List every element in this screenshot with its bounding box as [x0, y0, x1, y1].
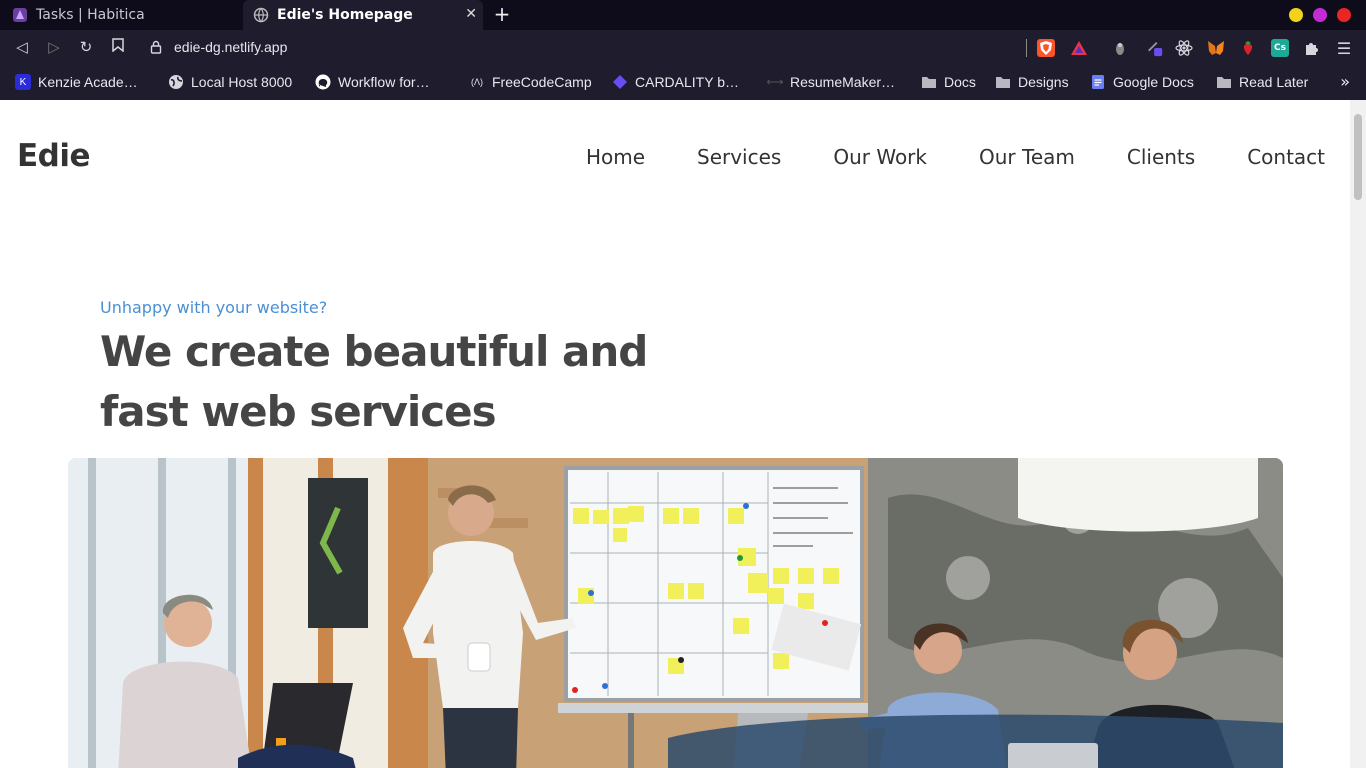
bookmark-label: Local Host 8000 — [191, 74, 293, 90]
nav-our-work[interactable]: Our Work — [833, 145, 927, 169]
habitica-icon — [12, 7, 28, 23]
react-devtools-icon[interactable] — [1175, 39, 1193, 57]
kenzie-icon: K — [15, 74, 31, 90]
bookmark-label: Google Docs — [1113, 74, 1194, 90]
hero-kicker: Unhappy with your website? — [100, 298, 328, 317]
tab-title: Tasks | Habitica — [36, 7, 145, 23]
globe-icon — [253, 7, 269, 23]
extension-mouse-icon[interactable] — [1111, 39, 1129, 57]
bookmark-label: FreeCodeCamp — [492, 74, 592, 90]
nav-contact[interactable]: Contact — [1247, 145, 1325, 169]
minimize-button[interactable] — [1289, 8, 1303, 22]
brave-rewards-icon[interactable] — [1070, 39, 1088, 57]
nav-home[interactable]: Home — [586, 145, 645, 169]
address-bar[interactable]: edie-dg.netlify.app — [174, 39, 287, 55]
github-icon — [315, 74, 331, 90]
folder-icon — [995, 74, 1011, 90]
web-page: Edie Home Services Our Work Our Team Cli… — [0, 100, 1350, 768]
close-window-button[interactable] — [1337, 8, 1351, 22]
site-logo[interactable]: Edie — [17, 138, 91, 174]
bookmark-google-docs[interactable]: Google Docs — [1090, 72, 1194, 92]
nav-services[interactable]: Services — [697, 145, 781, 169]
google-docs-icon — [1090, 74, 1106, 90]
new-tab-button[interactable]: + — [491, 3, 513, 25]
metamask-icon[interactable] — [1207, 39, 1225, 57]
chevron-more-icon[interactable]: » — [1340, 72, 1350, 91]
bookmark-folder-read-later[interactable]: Read Later — [1216, 72, 1308, 92]
bookmark-label: Kenzie Acade… — [38, 74, 138, 90]
maximize-button[interactable] — [1313, 8, 1327, 22]
bookmark-cardality[interactable]: CARDALITY b… — [612, 72, 739, 92]
extensions-puzzle-icon[interactable] — [1303, 39, 1321, 57]
page-scrollbar[interactable] — [1350, 100, 1366, 768]
bookmarks-bar: K Kenzie Acade… Local Host 8000 Workflow… — [0, 65, 1366, 100]
nav-clients[interactable]: Clients — [1127, 145, 1195, 169]
bookmark-icon[interactable] — [108, 37, 128, 57]
bookmark-label: Workflow for… — [338, 74, 430, 90]
bookmark-label: ResumeMaker… — [790, 74, 896, 90]
bookmark-label: Docs — [944, 74, 976, 90]
hero-image — [68, 458, 1283, 768]
bookmark-label: Read Later — [1239, 74, 1309, 90]
bookmark-folder-docs[interactable]: Docs — [921, 72, 976, 92]
reload-icon[interactable]: ↻ — [76, 37, 96, 57]
bookmark-label: Designs — [1018, 74, 1069, 90]
address-toolbar: ◁ ▷ ↻ edie-dg.netlify.app Cs ☰ — [0, 30, 1366, 65]
back-icon[interactable]: ◁ — [12, 37, 32, 57]
bookmark-label: CARDALITY b… — [635, 74, 739, 90]
bookmark-resumemaker[interactable]: ⟷ ResumeMaker… — [766, 72, 896, 92]
nav-our-team[interactable]: Our Team — [979, 145, 1075, 169]
brave-shield-icon[interactable] — [1037, 39, 1055, 57]
tab-bar: Tasks | Habitica Edie's Homepage ✕ + — [0, 0, 1366, 30]
tab-habitica[interactable]: Tasks | Habitica — [0, 0, 242, 30]
strawberry-icon[interactable] — [1239, 39, 1257, 57]
globe-icon — [168, 74, 184, 90]
extension-cs-icon[interactable]: Cs — [1271, 39, 1289, 57]
cardality-icon — [612, 74, 628, 90]
folder-icon — [921, 74, 937, 90]
freecodecamp-icon: (Λ) — [470, 77, 483, 87]
link-icon: ⟷ — [766, 75, 784, 89]
hero-headline: We create beautiful and fast web service… — [100, 327, 648, 436]
tab-edie-homepage[interactable]: Edie's Homepage ✕ — [243, 0, 483, 30]
bookmark-localhost[interactable]: Local Host 8000 — [168, 72, 292, 92]
menu-icon[interactable]: ☰ — [1335, 39, 1353, 58]
tab-title: Edie's Homepage — [277, 7, 413, 23]
bookmark-freecodecamp[interactable]: (Λ) FreeCodeCamp — [469, 72, 592, 92]
extension-pen-icon[interactable] — [1146, 39, 1164, 57]
close-tab-icon[interactable]: ✕ — [465, 6, 477, 22]
folder-icon — [1216, 74, 1232, 90]
scrollbar-thumb[interactable] — [1354, 114, 1362, 200]
bookmark-kenzie[interactable]: K Kenzie Acade… — [15, 72, 138, 92]
lock-icon — [150, 40, 164, 56]
toolbar-divider — [1026, 39, 1027, 57]
site-nav: Home Services Our Work Our Team Clients … — [534, 145, 1325, 169]
forward-icon[interactable]: ▷ — [44, 37, 64, 57]
bookmark-folder-designs[interactable]: Designs — [995, 72, 1069, 92]
bookmark-workflow[interactable]: Workflow for… — [315, 72, 430, 92]
